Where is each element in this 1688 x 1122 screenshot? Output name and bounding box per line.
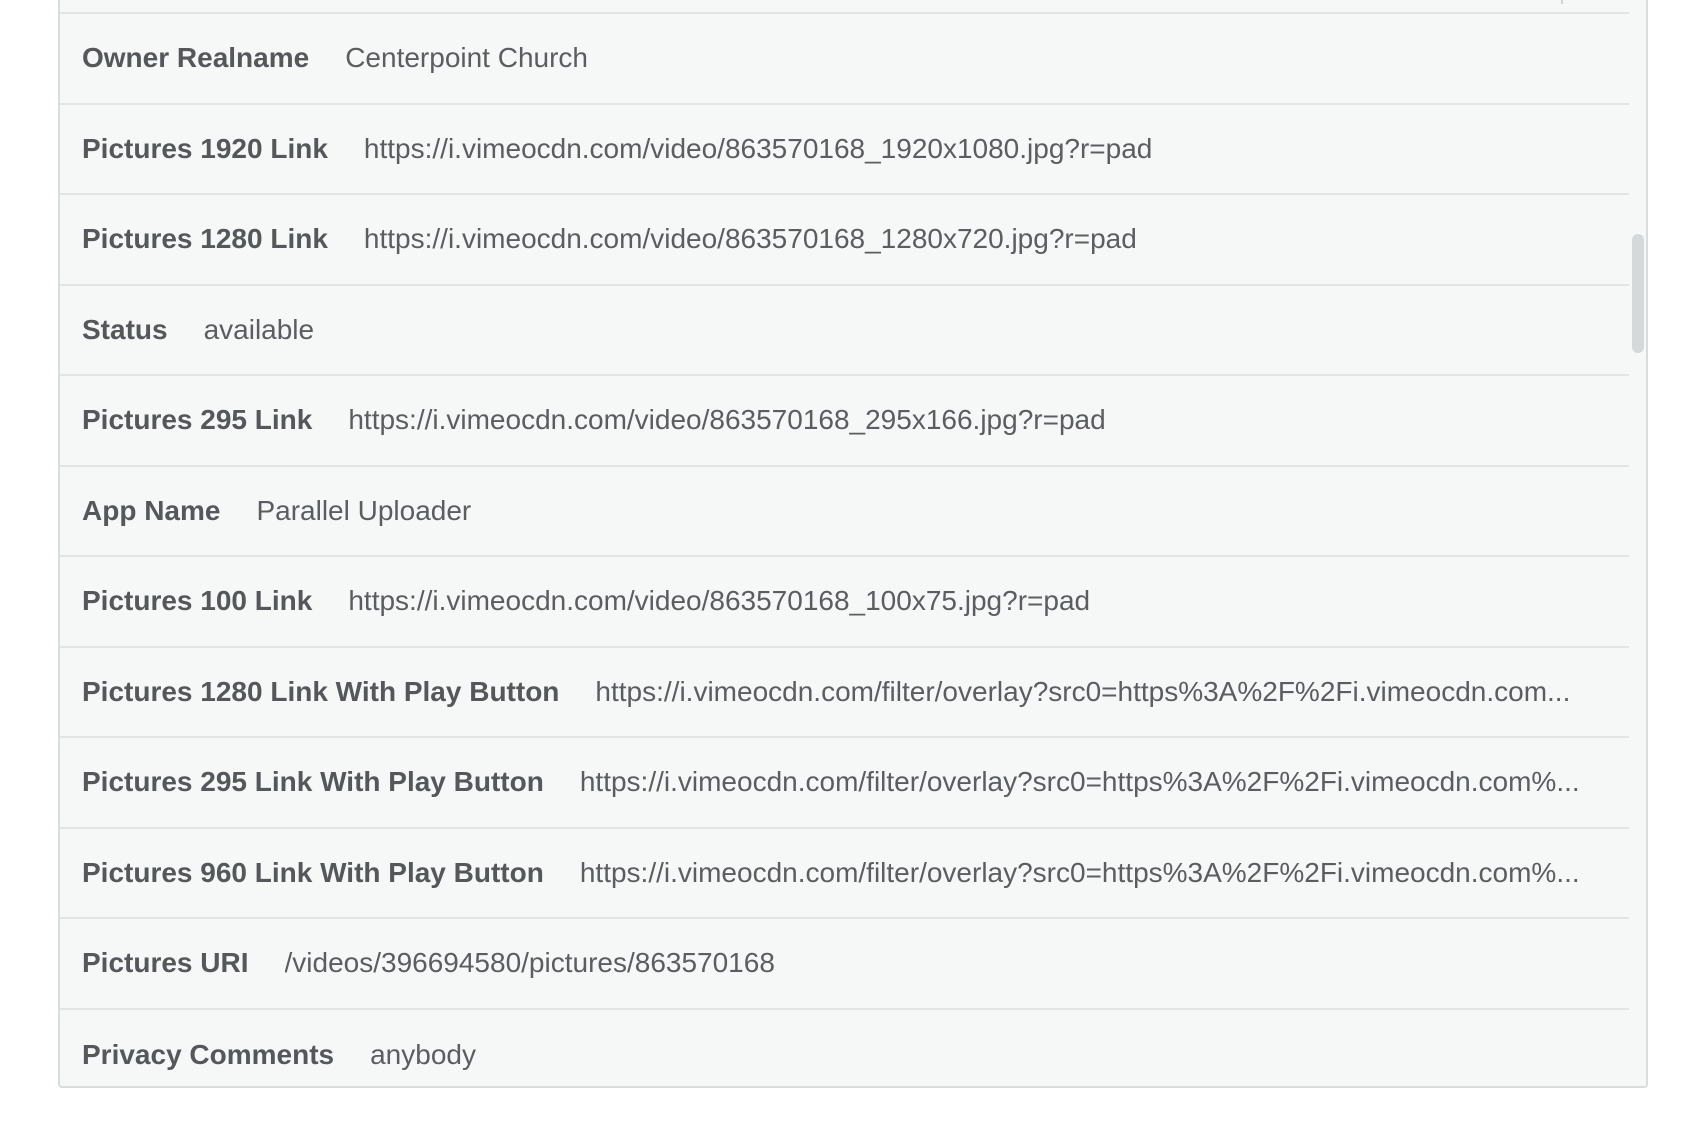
field-row-pictures-295-play: Pictures 295 Link With Play Button https… (60, 738, 1633, 829)
field-value: available (203, 313, 315, 345)
field-row-pictures-1280-play: Pictures 1280 Link With Play Button http… (60, 648, 1633, 738)
field-label: Pictures 1280 Link With Play Button (82, 675, 560, 707)
field-row-privacy-comments: Privacy Comments anybody (60, 1010, 1633, 1087)
field-label: Privacy Comments (82, 1038, 335, 1070)
field-label: Pictures 1920 Link (82, 132, 328, 164)
field-row-pictures-uri: Pictures URI /videos/396694580/pictures/… (60, 919, 1633, 1010)
field-label: Pictures 295 Link (82, 404, 313, 436)
field-row-pictures-100-link: Pictures 100 Link https://i.vimeocdn.com… (60, 557, 1633, 648)
field-value: https://i.vimeocdn.com/filter/overlay?sr… (579, 856, 1580, 888)
field-row-owner-realname: Owner Realname Centerpoint Church (60, 14, 1633, 105)
field-label: Pictures 960 Link With Play Button (82, 856, 544, 888)
divider-tick (1561, 0, 1563, 4)
field-label: Pictures 295 Link With Play Button (82, 766, 544, 798)
field-row-pictures-295-link: Pictures 295 Link https://i.vimeocdn.com… (60, 376, 1633, 467)
field-label: Owner Realname (82, 42, 310, 74)
field-label: Status (82, 313, 168, 345)
field-value: https://i.vimeocdn.com/video/863570168_1… (363, 132, 1153, 164)
field-rows: Owner Realname Centerpoint Church Pictur… (60, 14, 1633, 1087)
field-label: Pictures 100 Link (82, 585, 313, 617)
vertical-scrollbar[interactable] (1629, 0, 1646, 1086)
field-row-pictures-1920-link: Pictures 1920 Link https://i.vimeocdn.co… (60, 105, 1633, 195)
field-value: anybody (370, 1038, 476, 1070)
field-row-status: Status available (60, 286, 1633, 376)
field-value: Parallel Uploader (256, 494, 472, 526)
field-row-pictures-960-play: Pictures 960 Link With Play Button https… (60, 829, 1633, 919)
field-list-panel: Owner Realname Centerpoint Church Pictur… (58, 0, 1648, 1088)
field-label: Pictures 1280 Link (82, 223, 328, 255)
field-label: Pictures URI (82, 947, 249, 979)
scrollbar-thumb[interactable] (1632, 234, 1644, 353)
field-row-pictures-1280-link: Pictures 1280 Link https://i.vimeocdn.co… (60, 195, 1633, 286)
field-value: https://i.vimeocdn.com/video/863570168_2… (348, 404, 1106, 436)
field-value: https://i.vimeocdn.com/filter/overlay?sr… (595, 675, 1571, 707)
field-value: /videos/396694580/pictures/863570168 (284, 947, 775, 979)
field-value: https://i.vimeocdn.com/filter/overlay?sr… (579, 766, 1580, 798)
previous-row-remnant (60, 0, 1633, 14)
field-value: https://i.vimeocdn.com/video/863570168_1… (363, 223, 1137, 255)
field-value: https://i.vimeocdn.com/video/863570168_1… (348, 585, 1091, 617)
field-label: App Name (82, 494, 221, 526)
field-value: Centerpoint Church (345, 42, 589, 74)
field-row-app-name: App Name Parallel Uploader (60, 467, 1633, 557)
